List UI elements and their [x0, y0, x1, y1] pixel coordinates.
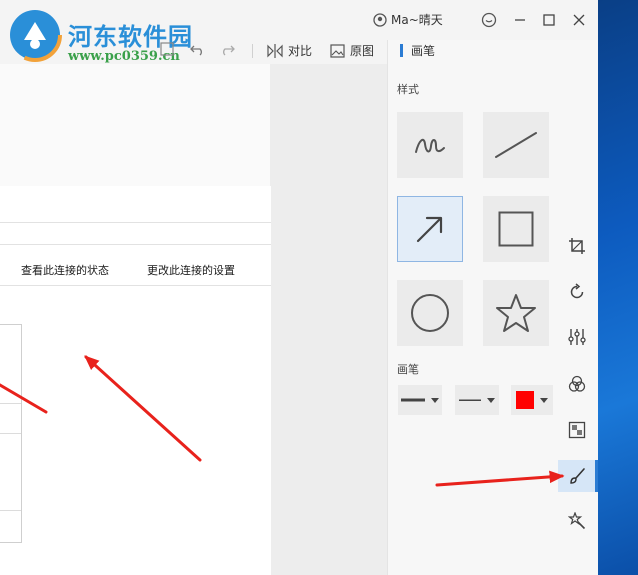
redo-button[interactable]: [219, 42, 235, 56]
desktop-background: [598, 0, 638, 575]
close-icon: [573, 14, 585, 26]
chevron-down-icon: [487, 397, 495, 403]
minimize-icon: [515, 19, 525, 21]
table-row-line: [0, 403, 21, 404]
table-row-line: [0, 433, 21, 434]
table-row-line: [0, 510, 21, 511]
panel-title-text: 画笔: [411, 44, 436, 58]
chevron-down-icon: [540, 397, 548, 403]
user-name: Ma~晴天: [391, 13, 443, 27]
line-width-icon: [401, 398, 425, 402]
shape-scribble-button[interactable]: [397, 112, 463, 178]
magic-icon: [568, 512, 586, 530]
undo-button[interactable]: [190, 42, 206, 56]
compare-label: 对比: [288, 44, 313, 58]
chat-icon: [481, 12, 497, 28]
original-label: 原图: [350, 44, 375, 58]
crop-tool-button[interactable]: [562, 231, 592, 261]
rectangle-icon: [498, 211, 534, 247]
star-icon: [496, 294, 536, 332]
shape-rectangle-button[interactable]: [483, 196, 549, 262]
user-account[interactable]: Ma~晴天: [373, 11, 443, 28]
image-editor-window: 河东软件园 www.pc0359.cn Ma~晴天 对比 原图 查看此连接的状态…: [0, 0, 598, 575]
rotate-icon: [570, 283, 584, 299]
magic-tool-button[interactable]: [562, 506, 592, 536]
pen-color-swatch: [516, 391, 534, 409]
toolbar-divider: [252, 44, 253, 58]
crop-icon: [569, 238, 585, 254]
tool-rail: [558, 40, 598, 575]
minimize-button[interactable]: [511, 11, 529, 29]
adjust-icon: [568, 329, 586, 345]
undo-icon: [190, 45, 202, 56]
screenshot-content: 查看此连接的状态 更改此连接的设置: [0, 186, 271, 575]
user-avatar-icon: [373, 12, 387, 27]
picture-icon: [330, 43, 345, 58]
arrow-icon: [416, 216, 443, 243]
circle-icon: [411, 294, 449, 332]
mosaic-tool-button[interactable]: [562, 415, 592, 445]
change-connection-settings-link: 更改此连接的设置: [147, 264, 235, 277]
original-image-button[interactable]: 原图: [330, 42, 374, 59]
brush-tool-button[interactable]: [558, 460, 598, 492]
scribble-icon: [415, 138, 445, 153]
line-width-dropdown[interactable]: [398, 385, 442, 415]
compare-icon: [267, 43, 283, 58]
color-tool-button[interactable]: [562, 369, 592, 399]
panel-title-accent: [400, 44, 403, 57]
chevron-down-icon: [431, 397, 439, 403]
image-icon: [160, 42, 174, 56]
shape-arrow-button[interactable]: [397, 196, 463, 262]
feedback-button[interactable]: [480, 11, 498, 29]
line-style-dropdown[interactable]: [455, 385, 499, 415]
maximize-icon: [543, 14, 555, 26]
compare-button[interactable]: 对比: [267, 42, 312, 59]
adjust-tool-button[interactable]: [562, 322, 592, 352]
divider-line: [0, 222, 271, 223]
mosaic-icon: [568, 421, 586, 439]
save-image-button[interactable]: [160, 42, 174, 56]
maximize-button[interactable]: [540, 11, 558, 29]
line-style-icon: [459, 399, 481, 401]
view-connection-status-link: 查看此连接的状态: [21, 264, 109, 277]
pen-label: 画笔: [397, 363, 419, 376]
inner-table: [0, 324, 22, 543]
rotate-tool-button[interactable]: [562, 277, 592, 307]
shape-star-button[interactable]: [483, 280, 549, 346]
shape-circle-button[interactable]: [397, 280, 463, 346]
panel-title: 画笔: [400, 42, 435, 59]
shape-line-button[interactable]: [483, 112, 549, 178]
color-icon: [568, 375, 586, 392]
style-label: 样式: [397, 83, 419, 96]
close-button[interactable]: [570, 11, 588, 29]
brush-icon: [569, 468, 585, 484]
divider-line: [0, 244, 271, 245]
canvas-top-area: [0, 64, 270, 186]
pen-color-dropdown[interactable]: [511, 385, 553, 415]
redo-icon: [223, 45, 235, 56]
divider-line: [0, 285, 271, 286]
line-icon: [495, 132, 537, 158]
